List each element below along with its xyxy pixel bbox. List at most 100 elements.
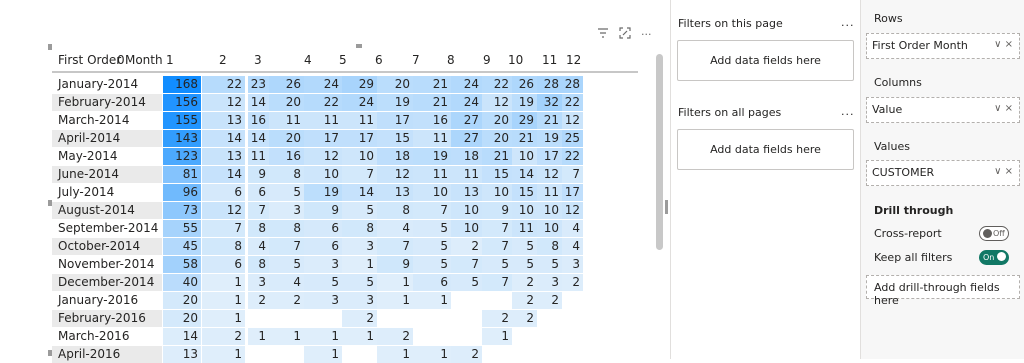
matrix-cell[interactable]: 3 <box>248 274 269 291</box>
matrix-cell[interactable]: 22 <box>202 76 245 93</box>
matrix-cell[interactable]: 1 <box>202 292 245 309</box>
matrix-cell[interactable]: 19 <box>377 94 413 111</box>
row-label[interactable]: January-2016 <box>52 292 162 309</box>
matrix-cell[interactable]: 20 <box>482 130 512 147</box>
matrix-cell[interactable]: 28 <box>537 76 562 93</box>
matrix-cell[interactable]: 19 <box>413 148 451 165</box>
matrix-cell[interactable]: 3 <box>562 256 583 273</box>
matrix-cell[interactable]: 11 <box>342 112 377 129</box>
matrix-cell[interactable]: 8 <box>269 220 304 237</box>
matrix-cell[interactable] <box>413 310 451 327</box>
column-header[interactable]: 10 <box>508 50 523 70</box>
matrix-cell[interactable]: 5 <box>451 274 482 291</box>
matrix-cell[interactable]: 3 <box>269 202 304 219</box>
row-label[interactable]: April-2016 <box>52 346 162 363</box>
matrix-cell[interactable]: 45 <box>163 238 201 255</box>
matrix-cell[interactable] <box>304 310 342 327</box>
matrix-cell[interactable]: 5 <box>342 274 377 291</box>
matrix-cell[interactable]: 2 <box>269 292 304 309</box>
matrix-cell[interactable]: 15 <box>512 184 537 201</box>
matrix-cell[interactable]: 7 <box>413 202 451 219</box>
row-label[interactable]: June-2014 <box>52 166 162 183</box>
row-label[interactable]: January-2014 <box>52 76 162 93</box>
matrix-cell[interactable]: 4 <box>248 238 269 255</box>
values-field[interactable]: CUSTOMER <box>872 166 934 179</box>
matrix-cell[interactable]: 13 <box>202 148 245 165</box>
matrix-cell[interactable]: 9 <box>482 202 512 219</box>
matrix-cell[interactable]: 14 <box>512 166 537 183</box>
matrix-cell[interactable]: 123 <box>163 148 201 165</box>
matrix-cell[interactable]: 2 <box>537 292 562 309</box>
matrix-cell[interactable]: 7 <box>482 238 512 255</box>
keep-filters-toggle[interactable]: On <box>979 250 1009 265</box>
matrix-cell[interactable] <box>537 346 562 363</box>
matrix-cell[interactable]: 20 <box>163 310 201 327</box>
matrix-cell[interactable]: 2 <box>482 310 512 327</box>
matrix-cell[interactable]: 13 <box>451 184 482 201</box>
matrix-cell[interactable]: 2 <box>377 328 413 345</box>
matrix-cell[interactable]: 17 <box>342 130 377 147</box>
column-header[interactable]: 8 <box>447 50 455 70</box>
matrix-cell[interactable]: 7 <box>482 274 512 291</box>
matrix-cell[interactable]: 12 <box>377 166 413 183</box>
matrix-cell[interactable]: 12 <box>482 94 512 111</box>
matrix-cell[interactable]: 5 <box>512 238 537 255</box>
matrix-cell[interactable]: 5 <box>413 220 451 237</box>
matrix-cell[interactable]: 10 <box>482 184 512 201</box>
matrix-cell[interactable]: 1 <box>377 346 413 363</box>
matrix-cell[interactable]: 16 <box>248 112 269 129</box>
matrix-cell[interactable]: 10 <box>342 148 377 165</box>
matrix-cell[interactable]: 9 <box>377 256 413 273</box>
matrix-cell[interactable]: 155 <box>163 112 201 129</box>
matrix-cell[interactable]: 2 <box>512 292 537 309</box>
matrix-cell[interactable]: 24 <box>304 76 342 93</box>
row-label[interactable]: November-2014 <box>52 256 162 273</box>
matrix-cell[interactable]: 21 <box>413 94 451 111</box>
matrix-cell[interactable]: 1 <box>304 328 342 345</box>
matrix-cell[interactable]: 7 <box>248 202 269 219</box>
matrix-cell[interactable]: 28 <box>562 76 583 93</box>
matrix-cell[interactable]: 5 <box>269 256 304 273</box>
matrix-cell[interactable]: 3 <box>537 274 562 291</box>
matrix-cell[interactable]: 15 <box>377 130 413 147</box>
matrix-cell[interactable]: 73 <box>163 202 201 219</box>
vertical-scrollbar[interactable] <box>656 54 663 250</box>
matrix-cell[interactable]: 1 <box>342 328 377 345</box>
matrix-cell[interactable]: 1 <box>202 346 245 363</box>
matrix-cell[interactable]: 23 <box>248 76 269 93</box>
matrix-cell[interactable] <box>537 328 562 345</box>
matrix-cell[interactable]: 10 <box>413 184 451 201</box>
column-header[interactable]: 3 <box>254 50 262 70</box>
matrix-cell[interactable]: 7 <box>269 238 304 255</box>
matrix-cell[interactable]: 10 <box>537 220 562 237</box>
matrix-cell[interactable]: 2 <box>342 310 377 327</box>
matrix-cell[interactable] <box>512 346 537 363</box>
matrix-cell[interactable] <box>562 292 583 309</box>
matrix-cell[interactable]: 21 <box>482 148 512 165</box>
matrix-cell[interactable]: 24 <box>451 94 482 111</box>
column-header[interactable]: 12 <box>566 50 581 70</box>
matrix-cell[interactable]: 22 <box>482 76 512 93</box>
more-options-icon[interactable]: ··· <box>641 28 652 42</box>
matrix-cell[interactable]: 5 <box>482 256 512 273</box>
matrix-cell[interactable] <box>451 310 482 327</box>
matrix-cell[interactable]: 11 <box>451 166 482 183</box>
matrix-cell[interactable]: 5 <box>342 202 377 219</box>
matrix-cell[interactable]: 168 <box>163 76 201 93</box>
matrix-cell[interactable]: 14 <box>248 94 269 111</box>
matrix-cell[interactable]: 24 <box>342 94 377 111</box>
matrix-cell[interactable]: 12 <box>304 148 342 165</box>
matrix-cell[interactable]: 2 <box>451 238 482 255</box>
matrix-cell[interactable]: 2 <box>562 274 583 291</box>
matrix-cell[interactable]: 7 <box>482 220 512 237</box>
matrix-cell[interactable] <box>248 346 269 363</box>
matrix-cell[interactable]: 4 <box>562 220 583 237</box>
matrix-cell[interactable]: 13 <box>163 346 201 363</box>
matrix-cell[interactable]: 20 <box>377 76 413 93</box>
column-header[interactable]: 5 <box>339 50 347 70</box>
matrix-cell[interactable]: 21 <box>413 76 451 93</box>
row-label[interactable]: April-2014 <box>52 130 162 147</box>
matrix-cell[interactable] <box>562 328 583 345</box>
matrix-cell[interactable]: 6 <box>413 274 451 291</box>
matrix-cell[interactable]: 14 <box>202 166 245 183</box>
